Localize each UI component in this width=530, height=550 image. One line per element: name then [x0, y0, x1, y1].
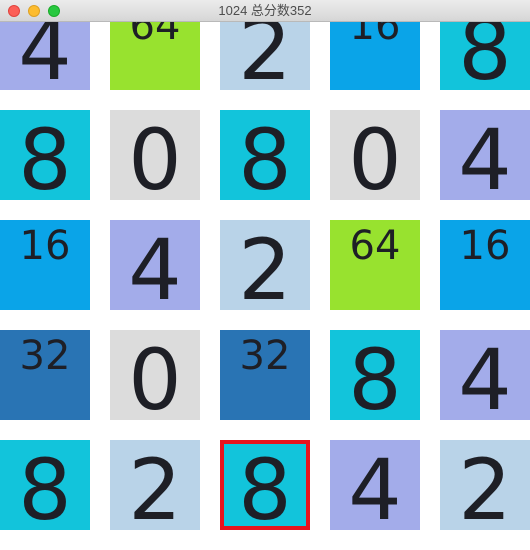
tile-value: 16 — [459, 223, 511, 269]
tile-r3-c3[interactable]: 2 — [220, 220, 310, 310]
tile-value: 32 — [19, 333, 71, 379]
tile-value: 2 — [458, 441, 512, 530]
tile-r5-c3[interactable]: 8 — [220, 440, 310, 530]
tile-r5-c2[interactable]: 2 — [110, 440, 200, 530]
game-window: 4 64 2 16 8 8 0 8 0 4 16 4 2 64 16 32 0 32 8 4 8 2 8 4 2 1024 总分… — [0, 0, 530, 550]
tile-r4-c2[interactable]: 0 — [110, 330, 200, 420]
tile-value: 8 — [18, 441, 72, 530]
tile-r2-c3[interactable]: 8 — [220, 110, 310, 200]
tile-value: 0 — [348, 111, 402, 200]
tile-value: 16 — [19, 223, 71, 269]
tile-value: 4 — [348, 441, 402, 530]
game-board: 4 64 2 16 8 8 0 8 0 4 16 4 2 64 16 32 0 32 8 4 8 2 8 4 2 — [0, 0, 530, 550]
tile-r5-c5[interactable]: 2 — [440, 440, 530, 530]
tile-r2-c1[interactable]: 8 — [0, 110, 90, 200]
tile-r2-c2[interactable]: 0 — [110, 110, 200, 200]
tile-value: 0 — [128, 111, 182, 200]
tile-r3-c2[interactable]: 4 — [110, 220, 200, 310]
tile-value: 4 — [458, 331, 512, 420]
tile-r4-c4[interactable]: 8 — [330, 330, 420, 420]
title-bar: 1024 总分数352 — [0, 0, 530, 22]
tile-value: 8 — [18, 111, 72, 200]
tile-r5-c1[interactable]: 8 — [0, 440, 90, 530]
tile-value: 32 — [239, 333, 291, 379]
tile-value: 4 — [128, 221, 182, 310]
tile-value: 8 — [238, 441, 292, 530]
tile-r4-c1[interactable]: 32 — [0, 330, 90, 420]
tile-r3-c1[interactable]: 16 — [0, 220, 90, 310]
tile-value: 2 — [238, 221, 292, 310]
tile-r3-c5[interactable]: 16 — [440, 220, 530, 310]
tile-value: 2 — [128, 441, 182, 530]
tile-r5-c4[interactable]: 4 — [330, 440, 420, 530]
tile-r4-c3[interactable]: 32 — [220, 330, 310, 420]
tile-value: 8 — [348, 331, 402, 420]
tile-r2-c5[interactable]: 4 — [440, 110, 530, 200]
tile-value: 0 — [128, 331, 182, 420]
tile-r3-c4[interactable]: 64 — [330, 220, 420, 310]
tile-value: 8 — [238, 111, 292, 200]
window-title: 1024 总分数352 — [218, 3, 312, 18]
tile-r4-c5[interactable]: 4 — [440, 330, 530, 420]
tile-value: 4 — [458, 111, 512, 200]
tile-value: 64 — [349, 223, 401, 269]
tile-r2-c4[interactable]: 0 — [330, 110, 420, 200]
